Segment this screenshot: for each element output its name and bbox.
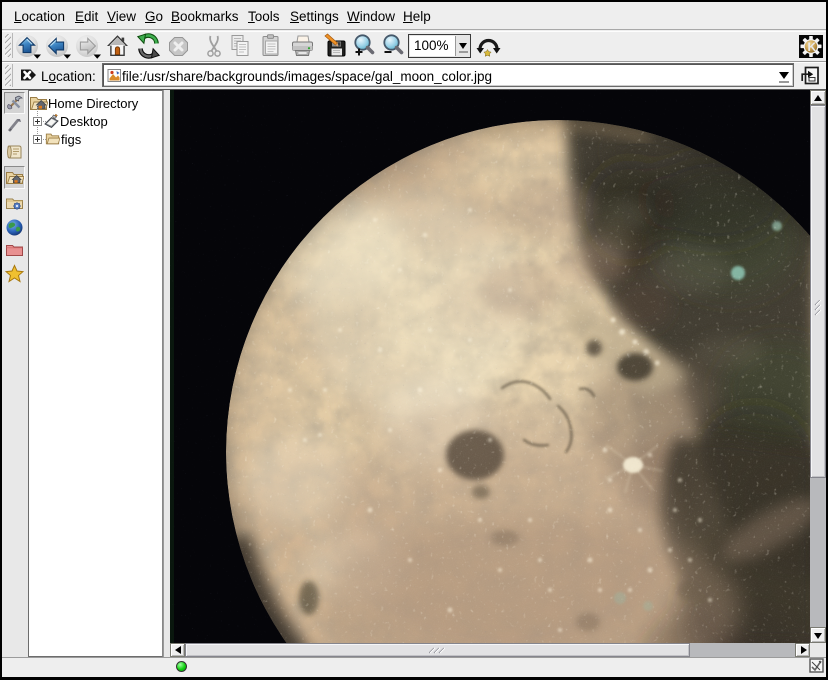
svg-text:K: K (808, 40, 817, 54)
